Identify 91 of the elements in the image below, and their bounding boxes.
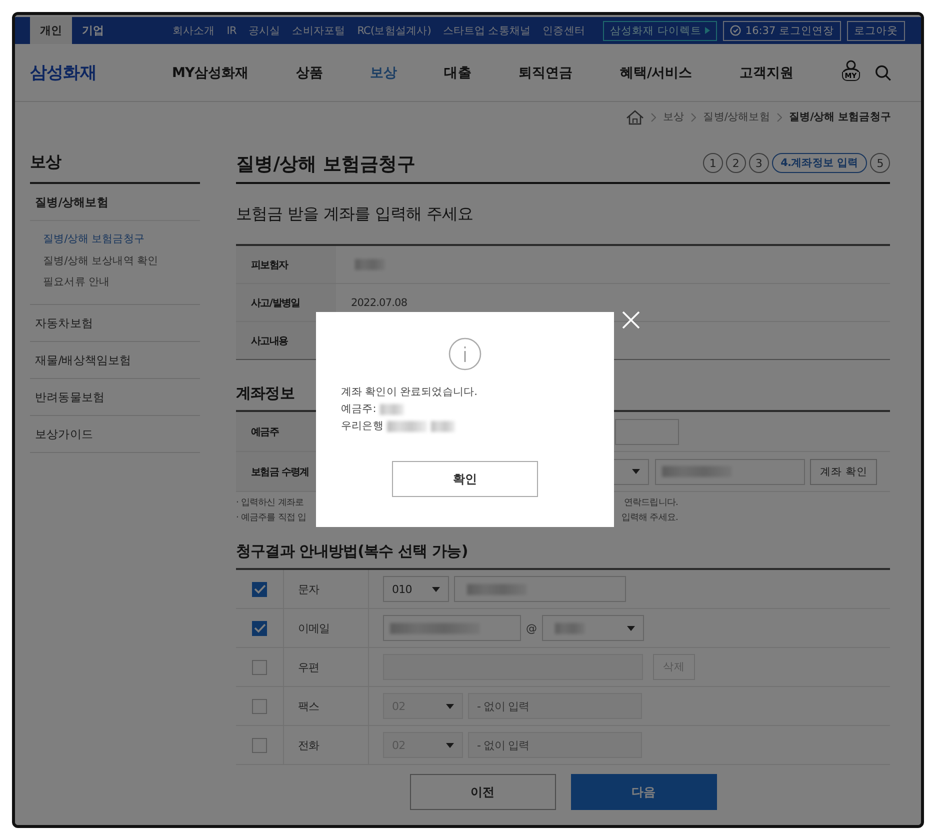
search-icon	[874, 64, 891, 82]
person-icon	[840, 60, 861, 74]
step-indicator: 1	[702, 153, 723, 173]
menu-item[interactable]: 대출	[444, 64, 472, 82]
site-tab[interactable]: 개인	[30, 17, 72, 44]
chevron-icon	[650, 112, 656, 122]
verify-account-button[interactable]: 계좌 확인	[810, 458, 878, 484]
top-link[interactable]: 회사소개	[172, 24, 215, 38]
top-link[interactable]: RC(보험설계사)	[357, 24, 431, 38]
checkbox[interactable]	[252, 582, 267, 596]
sidebar-item[interactable]: 질병/상해보험	[30, 184, 200, 221]
row-label: 피보험자	[236, 246, 336, 283]
redacted-mark	[387, 421, 428, 432]
note-text: · 예금주를 직접 입	[236, 512, 306, 525]
breadcrumb-link[interactable]: 질병/상해보험	[703, 110, 770, 124]
row-label: 전화	[284, 726, 369, 764]
step-indicator: 3	[748, 153, 769, 173]
input-field[interactable]	[383, 615, 521, 641]
input-field[interactable]	[615, 418, 679, 444]
at-sign: @	[526, 622, 537, 634]
caret-icon	[705, 27, 710, 34]
top-link[interactable]: 인증센터	[542, 24, 586, 38]
select-field[interactable]	[542, 615, 644, 641]
row-label: 팩스	[284, 687, 369, 725]
top-link[interactable]: 공시실	[248, 24, 280, 38]
caret-icon	[446, 704, 454, 708]
input-field[interactable]	[655, 458, 805, 484]
menu-item[interactable]: 혜택/서비스	[620, 64, 692, 82]
direct-button[interactable]: 삼성화재 다이렉트	[603, 20, 718, 40]
row-label: 우편	[284, 648, 369, 686]
section-heading: 계좌정보	[236, 383, 294, 404]
breadcrumb-link[interactable]: 보상	[662, 110, 684, 124]
step-indicator: 4.계좌정보 입력	[772, 153, 867, 173]
page-title: 질병/상해 보험금청구	[236, 152, 416, 176]
caret-icon	[446, 742, 454, 748]
session-extend-button[interactable]: 16:37 로그인연장	[723, 20, 841, 40]
sidebar-item[interactable]: 보상가이드	[35, 416, 195, 452]
caret-icon	[632, 469, 640, 474]
sidebar-item[interactable]: 자동차보험	[35, 304, 195, 340]
next-button[interactable]: 다음	[570, 774, 716, 810]
input-field[interactable]: - 없이 입력	[468, 693, 642, 719]
redacted-mark	[431, 421, 456, 432]
row-value: 2022.07.08	[351, 296, 408, 308]
note-text: 입력해 주세요.	[621, 512, 678, 525]
previous-button[interactable]: 이전	[410, 774, 556, 810]
step-indicator: 2	[726, 153, 746, 173]
clock-icon	[730, 25, 742, 36]
top-link[interactable]: 소비자포털	[292, 24, 346, 38]
logout-button[interactable]: 로그아웃	[847, 20, 905, 40]
breadcrumb-link[interactable]: 질병/상해 보험금청구	[788, 110, 891, 124]
caret-icon	[432, 586, 440, 592]
site-tab[interactable]: 기업	[72, 17, 114, 44]
menu-item[interactable]: 상품	[296, 64, 323, 82]
caret-icon	[626, 626, 635, 630]
checkbox[interactable]	[252, 660, 267, 674]
step-indicator: 5	[870, 153, 890, 173]
row-label: 이메일	[284, 609, 369, 647]
note-text: 연락드립니다.	[624, 497, 678, 510]
checkbox[interactable]	[252, 738, 267, 752]
menu-item[interactable]: 퇴직연금	[518, 64, 573, 82]
dialog-message: 계좌 확인이 완료되었습니다.	[341, 385, 478, 400]
section-subtitle: 보험금 받을 계좌를 입력해 주세요	[236, 203, 474, 225]
select-field[interactable]: 010	[383, 576, 449, 602]
top-link[interactable]: IR	[226, 24, 236, 36]
sidebar-subitem[interactable]: 필요서류 안내	[43, 272, 187, 294]
input-field[interactable]	[454, 576, 626, 602]
logo[interactable]: 삼성화재	[30, 61, 172, 84]
redacted-mark	[380, 404, 404, 415]
sidebar-subitem[interactable]: 질병/상해 보상내역 확인	[43, 250, 187, 272]
menu-item[interactable]: MY삼성화재	[172, 64, 249, 82]
menu-item[interactable]: 고객지원	[739, 64, 794, 82]
checkbox[interactable]	[252, 698, 267, 714]
chevron-icon	[776, 112, 782, 122]
sidebar-item[interactable]: 반려동물보험	[35, 378, 195, 414]
note-text: · 입력하신 계좌로	[236, 497, 304, 510]
checkbox[interactable]	[252, 620, 267, 636]
input-field[interactable]: - 없이 입력	[468, 732, 642, 758]
section-heading: 청구결과 안내방법(복수 선택 가능)	[236, 541, 468, 562]
sidebar-title: 보상	[30, 144, 200, 184]
top-link[interactable]: 스타트업 소통채널	[442, 24, 531, 38]
menu-item[interactable]: 보상	[370, 64, 398, 82]
chevron-icon	[691, 112, 696, 122]
info-icon	[448, 337, 482, 371]
home-icon	[626, 110, 644, 124]
close-icon	[622, 311, 640, 329]
redacted-mark	[554, 622, 585, 634]
row-label: 문자	[284, 570, 369, 608]
row-label: 사고/발병일	[236, 284, 336, 321]
sidebar-subitem[interactable]: 질병/상해 보험금청구	[43, 229, 187, 250]
confirm-button[interactable]: 확인	[392, 461, 538, 497]
sidebar-item[interactable]: 재물/배상책임보험	[35, 342, 195, 378]
